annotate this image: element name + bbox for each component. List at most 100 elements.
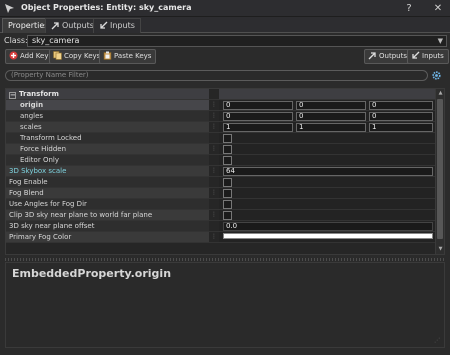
inputs-arrow-icon [100, 21, 108, 29]
skybox-scale-field[interactable]: 64 [223, 167, 433, 176]
class-select-value: sky_camera [32, 36, 80, 45]
outputs-button-label: Outputs [379, 52, 407, 60]
tab-properties-label: Properties [8, 21, 49, 30]
paste-keys-icon [103, 51, 112, 60]
property-info-title: EmbeddedProperty.origin [12, 267, 172, 280]
fog-color-swatch[interactable] [223, 233, 433, 239]
resize-grip-icon[interactable]: ⋰ [434, 337, 442, 345]
property-name: angles [6, 111, 209, 121]
help-icon[interactable]: ? [401, 1, 417, 16]
scroll-down-icon[interactable]: ▼ [436, 245, 444, 254]
property-row-clip-near-plane[interactable]: Clip 3D sky near plane to world far plan… [6, 210, 435, 221]
scales-y-field[interactable]: 1 [296, 123, 366, 132]
property-row-transform-locked[interactable]: Transform Locked [6, 133, 435, 144]
add-key-button[interactable]: Add Key [5, 49, 54, 64]
property-row-fog-blend[interactable]: Fog Blend ⋮ [6, 188, 435, 199]
outputs-button[interactable]: Outputs [364, 49, 412, 64]
property-row-primary-fog-color[interactable]: Primary Fog Color ⋮ [6, 232, 435, 243]
property-row-editor-only[interactable]: Editor Only [6, 155, 435, 166]
scales-z-field[interactable]: 1 [369, 123, 433, 132]
add-key-icon [9, 51, 18, 60]
toolbar: Add Key Copy Keys Paste Keys Outputs Inp… [0, 49, 450, 66]
force-hidden-checkbox[interactable] [223, 145, 232, 154]
property-name: Clip 3D sky near plane to world far plan… [6, 210, 209, 220]
property-row-near-plane-offset[interactable]: 3D sky near plane offset 0.0 [6, 221, 435, 232]
inputs-button[interactable]: Inputs [407, 49, 449, 64]
drag-handle-icon[interactable]: ⋮ [209, 210, 219, 220]
collapse-icon[interactable]: − [9, 92, 16, 99]
section-label: Transform [19, 90, 59, 98]
property-name: Transform Locked [6, 133, 209, 143]
paste-keys-label: Paste Keys [114, 52, 152, 60]
outputs-arrow-icon [51, 22, 59, 30]
inputs-button-label: Inputs [422, 52, 444, 60]
property-row-skybox-scale[interactable]: 3D Skybox scale ⋮ 64 [6, 166, 435, 177]
property-row-scales[interactable]: scales ⋮ 1 1 1 [6, 122, 435, 133]
property-grid: − Transform origin ⋮ 0 0 0 angles ⋮ 0 0 0… [5, 88, 445, 255]
property-row-force-hidden[interactable]: Force Hidden ⋮ [6, 144, 435, 155]
drag-handle-icon[interactable]: ⋮ [209, 100, 219, 110]
fog-enable-checkbox[interactable] [223, 178, 232, 187]
tab-bar: Properties Outputs Inputs [0, 17, 450, 33]
scrollbar-thumb[interactable] [437, 99, 443, 239]
scroll-up-icon[interactable]: ▲ [436, 89, 444, 98]
app-icon [5, 4, 14, 13]
drag-handle-icon[interactable]: ⋮ [209, 144, 219, 154]
drag-handle-icon[interactable]: ⋮ [209, 232, 219, 242]
settings-gear-icon[interactable] [431, 70, 442, 81]
origin-x-field[interactable]: 0 [223, 101, 293, 110]
origin-z-field[interactable]: 0 [369, 101, 433, 110]
property-name: Force Hidden [6, 144, 209, 154]
outputs-arrow-icon [368, 52, 376, 60]
section-transform[interactable]: − Transform [6, 89, 435, 100]
clip-near-plane-checkbox[interactable] [223, 211, 232, 220]
property-name: origin [6, 100, 209, 110]
property-name: Fog Blend [6, 188, 209, 198]
property-filter-placeholder: (Property Name Filter) [11, 71, 89, 79]
property-filter-input[interactable]: (Property Name Filter) [5, 70, 428, 81]
tab-outputs-label: Outputs [62, 21, 94, 30]
chevron-down-icon: ▼ [437, 37, 443, 45]
tab-inputs[interactable]: Inputs [93, 18, 141, 33]
class-row: Class: sky_camera ▼ [3, 35, 447, 47]
drag-handle-icon[interactable]: ⋮ [209, 122, 219, 132]
transform-locked-checkbox[interactable] [223, 134, 232, 143]
fog-angles-checkbox[interactable] [223, 200, 232, 209]
close-icon[interactable]: ✕ [430, 1, 446, 16]
fog-blend-checkbox[interactable] [223, 189, 232, 198]
property-row-fog-angles[interactable]: Use Angles for Fog Dir [6, 199, 435, 210]
property-name: Editor Only [6, 155, 209, 165]
drag-handle-icon[interactable]: ⋮ [209, 111, 219, 121]
add-key-label: Add Key [20, 52, 49, 60]
property-name: 3D Skybox scale [6, 166, 209, 176]
class-select[interactable]: sky_camera ▼ [27, 35, 447, 47]
property-info-panel: EmbeddedProperty.origin ⋰ [5, 262, 445, 348]
property-name: Fog Enable [6, 177, 209, 187]
copy-keys-label: Copy Keys [64, 52, 101, 60]
angles-yaw-field[interactable]: 0 [296, 112, 366, 121]
property-name: 3D sky near plane offset [6, 221, 209, 231]
drag-handle-icon[interactable]: ⋮ [209, 166, 219, 176]
vertical-scrollbar[interactable]: ▲ ▼ [435, 89, 444, 254]
splitter-handle[interactable] [5, 258, 445, 261]
angles-roll-field[interactable]: 0 [369, 112, 433, 121]
tab-outputs[interactable]: Outputs [45, 18, 100, 33]
tab-inputs-label: Inputs [110, 21, 135, 30]
angles-pitch-field[interactable]: 0 [223, 112, 293, 121]
property-name: scales [6, 122, 209, 132]
property-row-origin[interactable]: origin ⋮ 0 0 0 [6, 100, 435, 111]
copy-keys-button[interactable]: Copy Keys [49, 49, 106, 64]
property-name: Use Angles for Fog Dir [6, 199, 209, 209]
property-row-fog-enable[interactable]: Fog Enable [6, 177, 435, 188]
copy-keys-icon [53, 51, 62, 60]
paste-keys-button[interactable]: Paste Keys [99, 49, 157, 64]
drag-handle-icon[interactable]: ⋮ [209, 188, 219, 198]
editor-only-checkbox[interactable] [223, 156, 232, 165]
property-name: Primary Fog Color [6, 232, 209, 242]
property-row-angles[interactable]: angles ⋮ 0 0 0 [6, 111, 435, 122]
inputs-arrow-icon [412, 51, 420, 59]
origin-y-field[interactable]: 0 [296, 101, 366, 110]
scales-x-field[interactable]: 1 [223, 123, 293, 132]
window-title: Object Properties: Entity: sky_camera [21, 3, 192, 12]
near-plane-offset-field[interactable]: 0.0 [223, 222, 433, 231]
